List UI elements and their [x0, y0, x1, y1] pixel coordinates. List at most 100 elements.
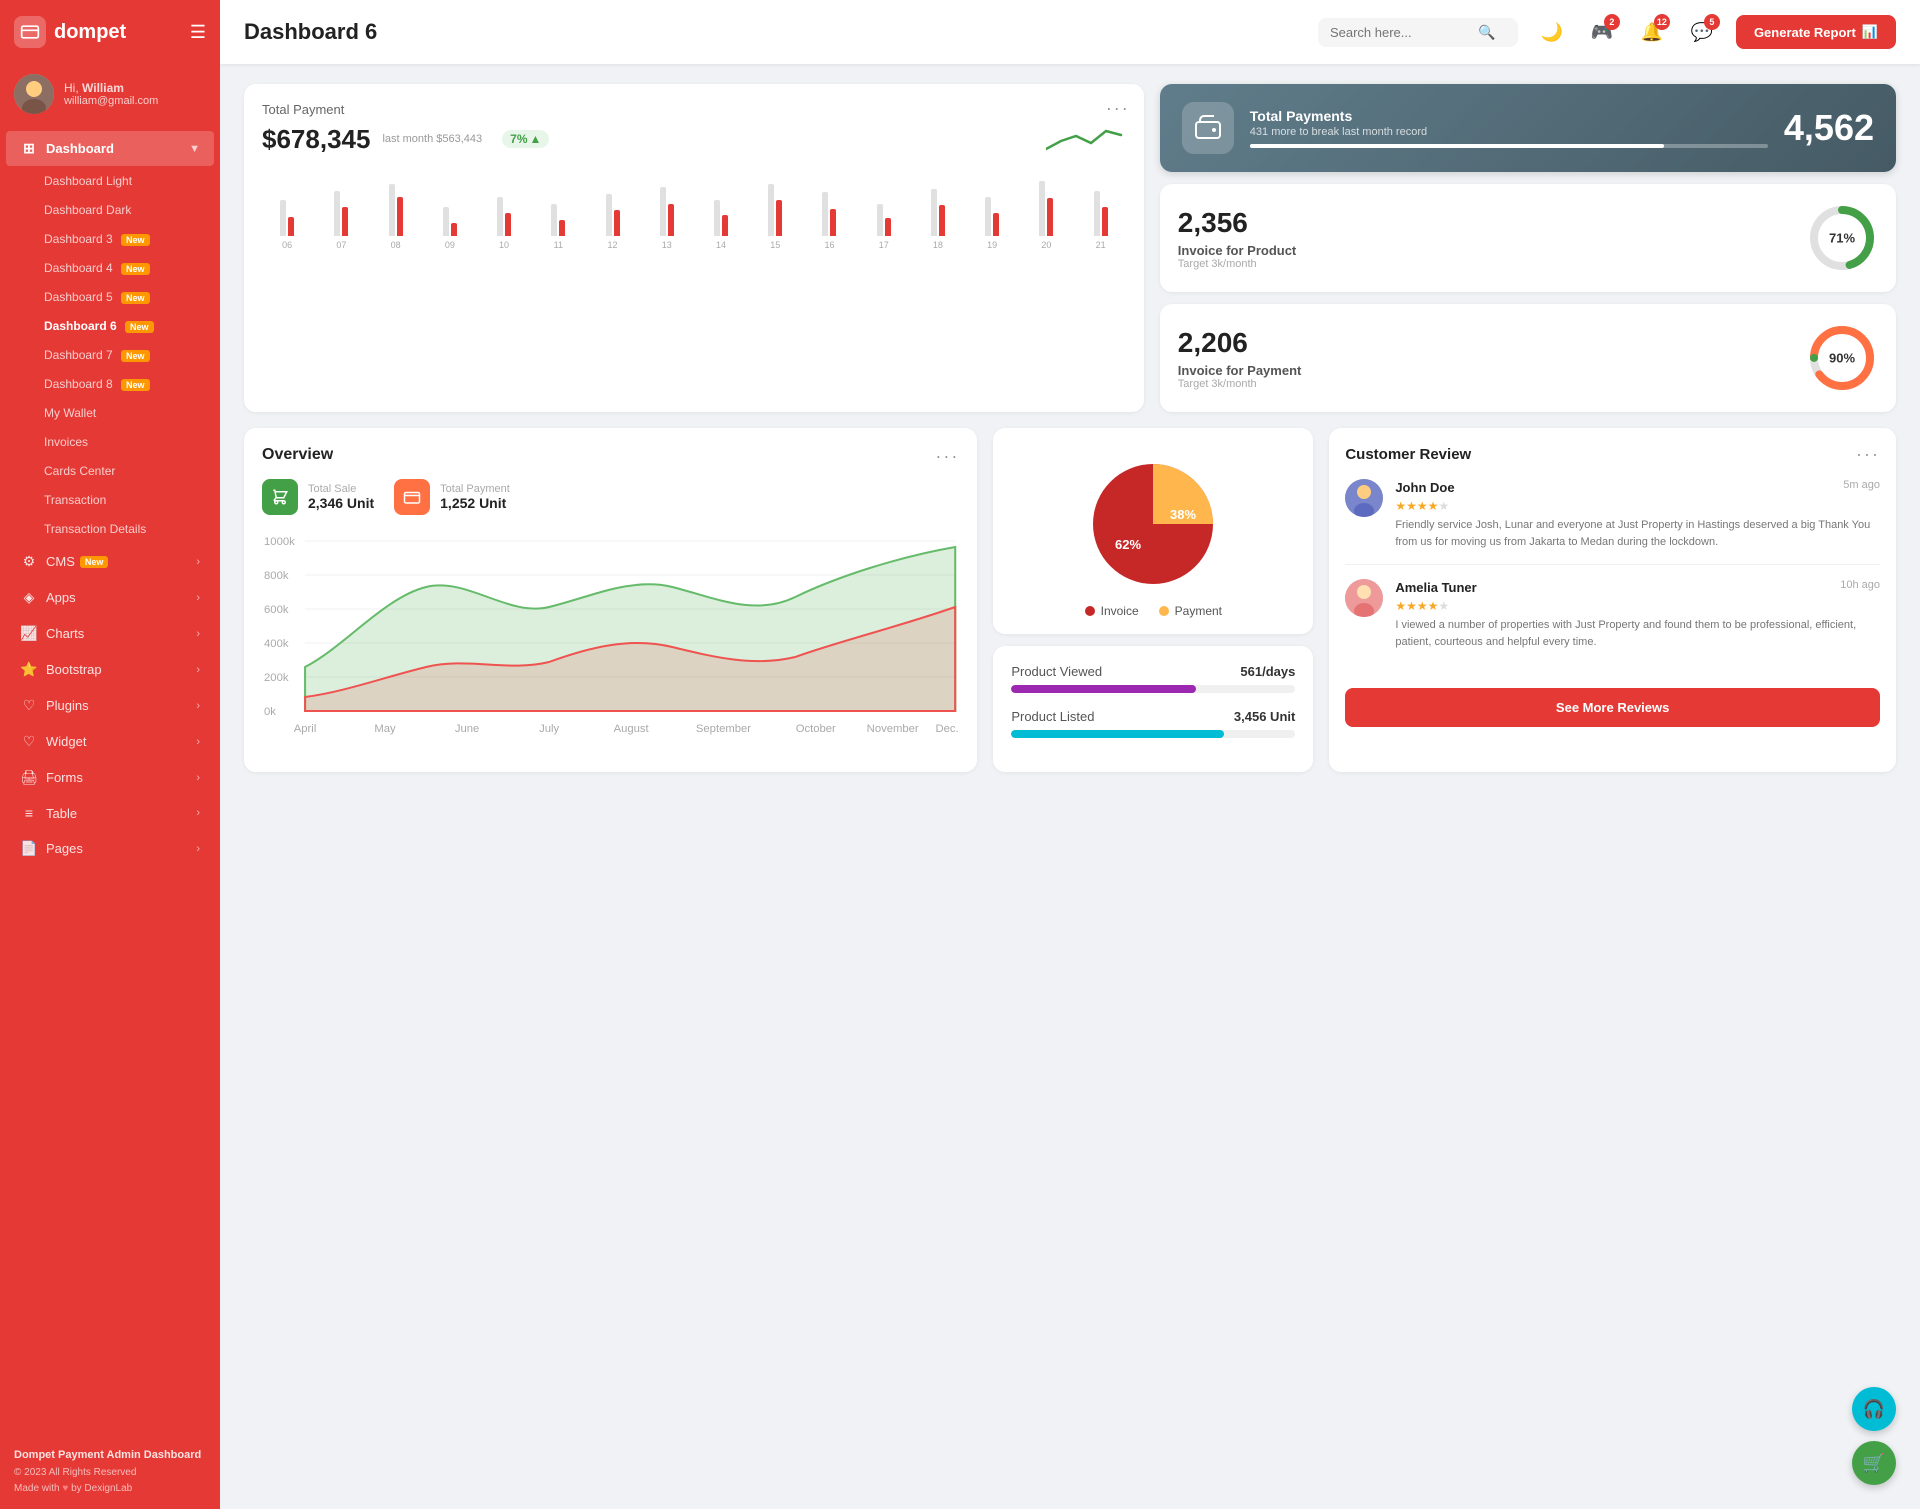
- svg-text:September: September: [696, 723, 751, 735]
- reviewer-time-1: 5m ago: [1843, 479, 1880, 491]
- search-input[interactable]: [1330, 25, 1470, 40]
- sidebar-item-dashboard-3[interactable]: Dashboard 3 New: [6, 225, 214, 253]
- legend-invoice: Invoice: [1085, 604, 1139, 618]
- theme-toggle-button[interactable]: 🌙: [1534, 14, 1570, 50]
- sidebar-item-dashboard[interactable]: ⊞ Dashboard ▼: [6, 131, 214, 166]
- invoice-product-card: 2,356 Invoice for Product Target 3k/mont…: [1160, 184, 1896, 292]
- invoice-product-amount: 2,356: [1178, 207, 1790, 239]
- forms-icon: 🖨: [20, 769, 38, 786]
- svg-text:400k: 400k: [264, 638, 289, 650]
- widget-label: Widget: [46, 734, 86, 749]
- footer-copyright: © 2023 All Rights Reserved: [14, 1465, 206, 1481]
- review-item-1: John Doe 5m ago ★★★★★ Friendly service J…: [1345, 479, 1880, 565]
- avatar: [14, 74, 54, 114]
- sidebar-item-pages[interactable]: 📄 Pages ›: [6, 831, 214, 866]
- total-payment-stat-info: Total Payment 1,252 Unit: [440, 483, 510, 511]
- notification-button[interactable]: 🔔 12: [1634, 14, 1670, 50]
- sidebar-header: dompet ☰: [0, 0, 220, 64]
- generate-report-button[interactable]: Generate Report 📊: [1736, 15, 1896, 49]
- user-info: Hi, William william@gmail.com: [64, 81, 158, 107]
- review-menu[interactable]: ···: [1856, 444, 1880, 465]
- invoice-payment-pct: 90%: [1829, 351, 1855, 366]
- cms-icon: ⚙: [20, 553, 38, 570]
- sidebar-nav: ⊞ Dashboard ▼ Dashboard Light Dashboard …: [0, 130, 220, 1435]
- svg-text:April: April: [294, 723, 317, 735]
- product-listed-label: Product Listed: [1011, 709, 1094, 724]
- total-payment-menu[interactable]: ···: [1106, 98, 1130, 119]
- sidebar: dompet ☰ Hi, William william@gmail.com ⊞…: [0, 0, 220, 1509]
- bar-chart: 06 07 08 09 10 11 12 13 14 15 16 17 18 1…: [262, 165, 1126, 250]
- see-more-reviews-button[interactable]: See More Reviews: [1345, 688, 1880, 727]
- sidebar-item-dashboard-dark[interactable]: Dashboard Dark: [6, 196, 214, 224]
- sidebar-item-dashboard-5[interactable]: Dashboard 5 New: [6, 283, 214, 311]
- chart-bar-icon: 📊: [1862, 24, 1878, 40]
- pie-legend: Invoice Payment: [1085, 604, 1222, 618]
- pie-svg: 38% 62%: [1073, 444, 1233, 604]
- sidebar-item-dashboard-7[interactable]: Dashboard 7 New: [6, 341, 214, 369]
- sidebar-item-cms[interactable]: ⚙ CMS New ›: [6, 544, 214, 579]
- overview-menu[interactable]: ···: [935, 446, 959, 467]
- total-payment-sub: last month $563,443: [382, 133, 482, 145]
- apps-arrow: ›: [196, 592, 200, 604]
- moon-icon: 🌙: [1541, 22, 1563, 43]
- widget-icon: ♡: [20, 733, 38, 750]
- trend-pct: 7%: [510, 132, 527, 146]
- sidebar-item-dashboard-6[interactable]: Dashboard 6 New: [6, 312, 214, 340]
- svg-text:July: July: [539, 723, 559, 735]
- footer-brand: Dompet Payment Admin Dashboard: [14, 1447, 206, 1465]
- invoice-payment-card: 2,206 Invoice for Payment Target 3k/mont…: [1160, 304, 1896, 412]
- product-listed-stat: Product Listed 3,456 Unit: [1011, 709, 1295, 738]
- product-listed-progress: [1011, 730, 1295, 738]
- product-listed-header: Product Listed 3,456 Unit: [1011, 709, 1295, 724]
- product-viewed-stat: Product Viewed 561/days: [1011, 664, 1295, 693]
- support-fab[interactable]: 🎧: [1852, 1387, 1896, 1431]
- page-title: Dashboard 6: [244, 19, 377, 45]
- sidebar-item-dashboard-light[interactable]: Dashboard Light: [6, 167, 214, 195]
- sidebar-item-cards-center[interactable]: Cards Center: [6, 457, 214, 485]
- cart-fab[interactable]: 🛒: [1852, 1441, 1896, 1485]
- sidebar-item-transaction[interactable]: Transaction: [6, 486, 214, 514]
- plugins-arrow: ›: [196, 700, 200, 712]
- user-name: William: [82, 81, 124, 95]
- sidebar-item-invoices[interactable]: Invoices: [6, 428, 214, 456]
- sidebar-logo[interactable]: dompet: [14, 16, 126, 48]
- game-icon-button[interactable]: 🎮 2: [1584, 14, 1620, 50]
- review-item-2: Amelia Tuner 10h ago ★★★★★ I viewed a nu…: [1345, 579, 1880, 664]
- reviewer-stars-2: ★★★★★: [1395, 599, 1880, 613]
- chat-badge: 5: [1704, 14, 1720, 30]
- sidebar-footer: Dompet Payment Admin Dashboard © 2023 Al…: [0, 1435, 220, 1509]
- search-box[interactable]: 🔍: [1318, 18, 1518, 47]
- sidebar-item-plugins[interactable]: ♡ Plugins ›: [6, 688, 214, 723]
- support-icon: 🎧: [1863, 1399, 1885, 1420]
- hamburger-button[interactable]: ☰: [190, 22, 206, 43]
- chat-button[interactable]: 💬 5: [1684, 14, 1720, 50]
- customer-review-card: Customer Review ··· John Doe 5m ago ★★★★…: [1329, 428, 1896, 772]
- review-title: Customer Review: [1345, 446, 1471, 463]
- sidebar-item-widget[interactable]: ♡ Widget ›: [6, 724, 214, 759]
- apps-label: Apps: [46, 590, 76, 605]
- payment-legend-dot: [1159, 606, 1169, 616]
- sidebar-item-dashboard-8[interactable]: Dashboard 8 New: [6, 370, 214, 398]
- sidebar-item-table[interactable]: ≡ Table ›: [6, 796, 214, 830]
- topbar-icons: 🌙 🎮 2 🔔 12 💬 5: [1534, 14, 1720, 50]
- invoice-payment-amount: 2,206: [1178, 327, 1790, 359]
- total-payment-stat: Total Payment 1,252 Unit: [394, 479, 510, 515]
- sidebar-item-charts[interactable]: 📈 Charts ›: [6, 616, 214, 651]
- sidebar-item-my-wallet[interactable]: My Wallet: [6, 399, 214, 427]
- invoice-product-pct: 71%: [1829, 231, 1855, 246]
- sidebar-item-dashboard-4[interactable]: Dashboard 4 New: [6, 254, 214, 282]
- user-email: william@gmail.com: [64, 95, 158, 107]
- sidebar-item-transaction-details[interactable]: Transaction Details: [6, 515, 214, 543]
- sidebar-item-bootstrap[interactable]: ⭐ Bootstrap ›: [6, 652, 214, 687]
- generate-report-label: Generate Report: [1754, 25, 1856, 40]
- cms-badge: New: [80, 556, 109, 568]
- trend-badge: 7% ▲: [502, 130, 549, 148]
- blue-card-info: Total Payments 431 more to break last mo…: [1250, 108, 1768, 148]
- total-sale-value: 2,346 Unit: [308, 495, 374, 511]
- svg-text:November: November: [867, 723, 919, 735]
- sidebar-item-apps[interactable]: ◈ Apps ›: [6, 580, 214, 615]
- dashboard-arrow: ▼: [189, 143, 200, 155]
- sidebar-item-forms[interactable]: 🖨 Forms ›: [6, 760, 214, 795]
- user-greeting: Hi, William: [64, 81, 158, 95]
- widget-arrow: ›: [196, 736, 200, 748]
